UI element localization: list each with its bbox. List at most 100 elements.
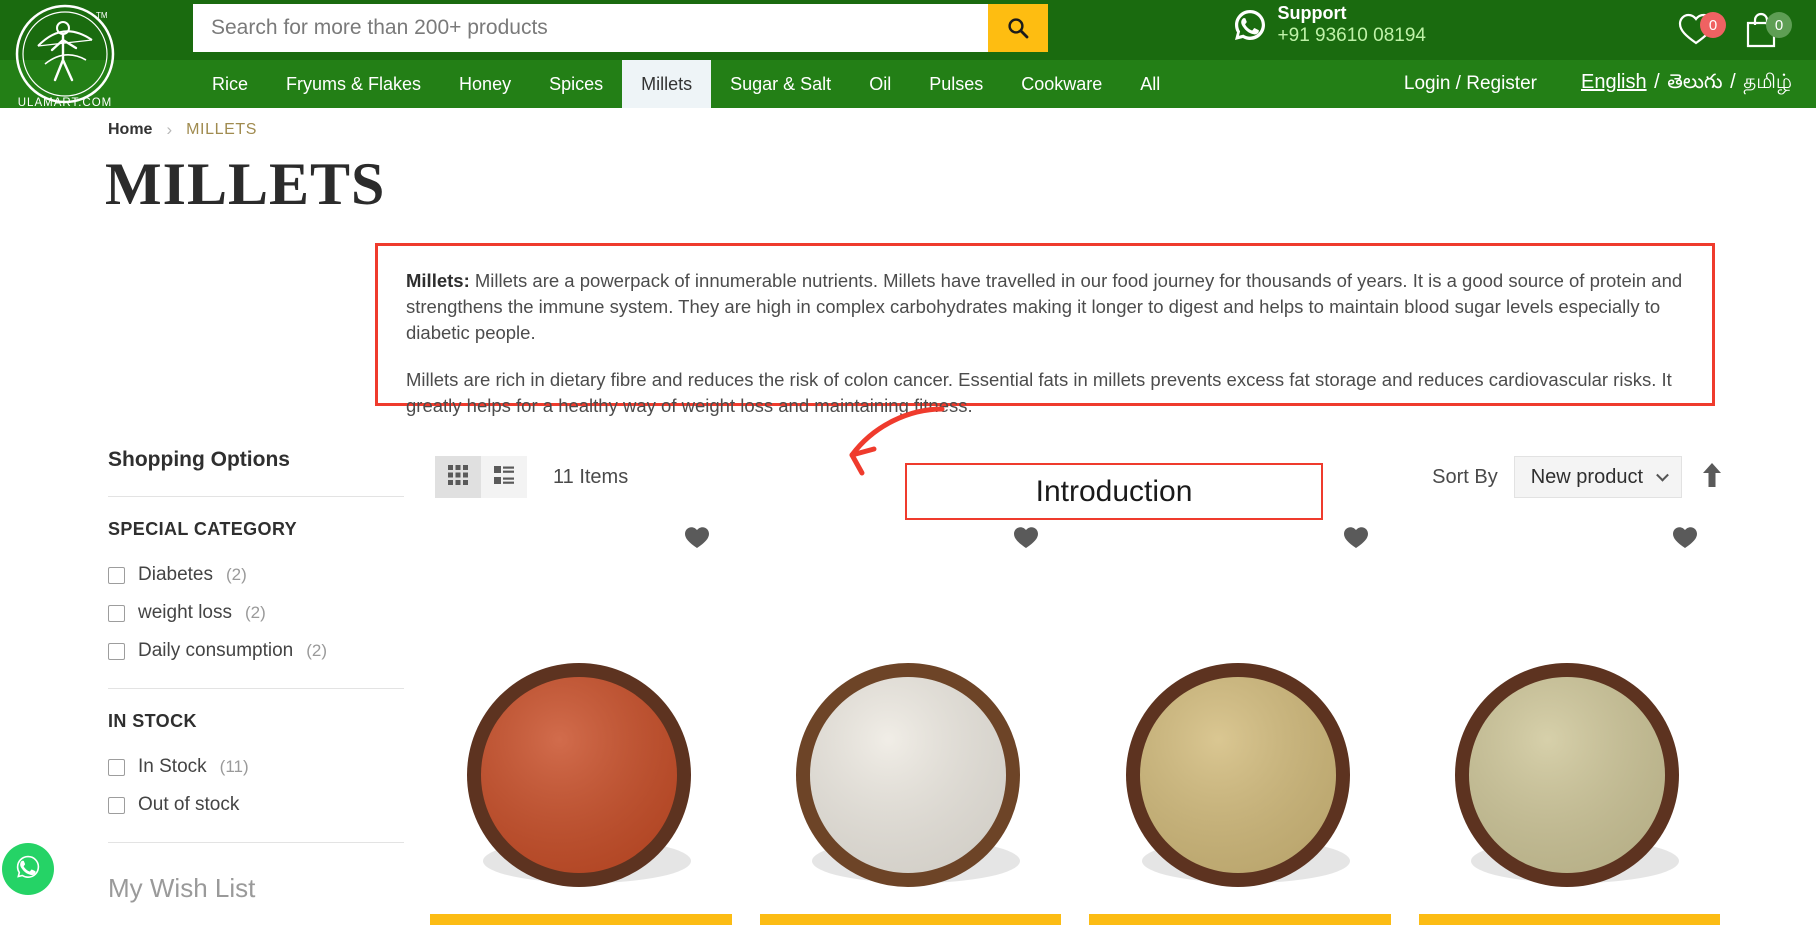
language-english[interactable]: English xyxy=(1581,71,1647,93)
add-to-cart-button[interactable]: ADD TO CART xyxy=(760,914,1062,925)
wishlist-count-badge: 0 xyxy=(1700,12,1726,38)
filter-option-weight-loss[interactable]: weight loss(2) xyxy=(108,594,404,632)
grid-view-button[interactable] xyxy=(435,456,481,498)
add-to-cart-button[interactable]: ADD TO CART xyxy=(1419,914,1721,925)
nav-right-group: Login / Register English / తెలుగు / தமிழ… xyxy=(1404,60,1792,108)
login-register-link[interactable]: Login / Register xyxy=(1404,73,1537,95)
filter-option-label: Diabetes xyxy=(138,564,213,586)
checkbox[interactable] xyxy=(108,605,125,622)
product-card: ADD TO CARTOrganic Pearl Millet | Rye | … xyxy=(1419,518,1721,925)
site-logo[interactable]: ULAMART.COM TM xyxy=(8,2,123,114)
nav-item-rice[interactable]: Rice xyxy=(193,60,267,108)
filter-option-label: Daily consumption xyxy=(138,640,293,662)
intro-paragraph-1: Millets: Millets are a powerpack of innu… xyxy=(406,268,1684,346)
language-telugu[interactable]: తెలుగు xyxy=(1667,71,1722,93)
nav-item-spices[interactable]: Spices xyxy=(530,60,622,108)
breadcrumb-separator-icon: › xyxy=(166,120,172,140)
filter-option-label: Out of stock xyxy=(138,794,239,816)
main-navigation: RiceFryums & FlakesHoneySpicesMilletsSug… xyxy=(0,60,1816,108)
annotation-label-box: Introduction xyxy=(905,463,1323,520)
language-separator-2: / xyxy=(1723,71,1744,93)
filter-option-diabetes[interactable]: Diabetes (2) xyxy=(108,556,404,594)
page-title: MILLETS xyxy=(105,150,385,219)
cart-count-badge: 0 xyxy=(1766,12,1792,38)
list-icon xyxy=(493,464,515,491)
sidebar-section-title: SPECIAL CATEGORY xyxy=(108,519,404,556)
checkbox[interactable] xyxy=(108,643,125,660)
nav-item-fryums-flakes[interactable]: Fryums & Flakes xyxy=(267,60,440,108)
add-to-wishlist-button[interactable] xyxy=(1672,526,1698,555)
product-sorter: Sort By New product xyxy=(1432,456,1726,498)
filter-option-daily-consumption[interactable]: Daily consumption (2) xyxy=(108,632,404,670)
whatsapp-float-button[interactable] xyxy=(2,843,54,895)
heart-icon xyxy=(1013,537,1039,554)
heart-icon xyxy=(1672,537,1698,554)
filter-option-in-stock[interactable]: In Stock(11) xyxy=(108,748,404,786)
sort-by-value: New product xyxy=(1531,466,1643,489)
filter-option-count: (2) xyxy=(306,641,327,661)
logo-wordmark: ULAMART.COM xyxy=(18,97,113,109)
list-view-button[interactable] xyxy=(481,456,527,498)
top-header-bar: ULAMART.COM TM Support +91 93610 08194 xyxy=(0,0,1816,60)
sort-by-label: Sort By xyxy=(1432,466,1498,489)
checkbox[interactable] xyxy=(108,797,125,814)
sidebar-section-in-stock: IN STOCKIn Stock(11)Out of stock xyxy=(108,688,404,842)
product-card: ADD TO CARTLittle Millet - Organic Samai… xyxy=(760,518,1062,925)
items-count: 11 Items xyxy=(553,466,628,489)
heart-icon xyxy=(684,537,710,554)
whatsapp-icon xyxy=(1233,8,1267,42)
view-mode-switcher xyxy=(435,456,527,498)
product-image[interactable] xyxy=(430,570,732,900)
product-card: ADD TO CARTFoxtail Millet - Organic Thin… xyxy=(1089,518,1391,925)
chevron-down-icon xyxy=(1656,469,1669,482)
checkbox[interactable] xyxy=(108,567,125,584)
category-introduction-box: Millets: Millets are a powerpack of innu… xyxy=(375,243,1715,406)
add-to-wishlist-button[interactable] xyxy=(684,526,710,555)
product-image[interactable] xyxy=(1419,570,1721,900)
product-grid: ADD TO CARTFinger Millet - Organic RagiP… xyxy=(430,518,1720,925)
product-list-toolbar: 11 Items xyxy=(435,456,628,498)
filter-option-out-of-stock[interactable]: Out of stock xyxy=(108,786,404,824)
breadcrumb-current: MILLETS xyxy=(186,121,257,139)
checkbox[interactable] xyxy=(108,759,125,776)
add-to-wishlist-button[interactable] xyxy=(1013,526,1039,555)
language-separator-1: / xyxy=(1647,71,1668,93)
nav-item-millets[interactable]: Millets xyxy=(622,60,711,108)
filter-option-count: (2) xyxy=(226,565,247,585)
sidebar-shopping-options: Shopping Options SPECIAL CATEGORYDiabete… xyxy=(108,448,404,925)
search-button[interactable] xyxy=(988,4,1048,52)
search-bar xyxy=(193,4,1048,52)
wishlist-button[interactable]: 0 xyxy=(1678,10,1722,50)
add-to-cart-button[interactable]: ADD TO CART xyxy=(1089,914,1391,925)
sidebar-title: Shopping Options xyxy=(108,448,404,496)
breadcrumb-home[interactable]: Home xyxy=(108,121,152,139)
cart-button[interactable]: 0 xyxy=(1744,10,1788,50)
product-image[interactable] xyxy=(760,570,1062,900)
nav-item-honey[interactable]: Honey xyxy=(440,60,530,108)
intro-paragraph-1-text: Millets are a powerpack of innumerable n… xyxy=(406,270,1682,343)
nav-item-cookware[interactable]: Cookware xyxy=(1002,60,1121,108)
whatsapp-icon xyxy=(11,850,45,889)
nav-item-oil[interactable]: Oil xyxy=(850,60,910,108)
nav-category-list: RiceFryums & FlakesHoneySpicesMilletsSug… xyxy=(193,60,1179,108)
nav-item-pulses[interactable]: Pulses xyxy=(910,60,1002,108)
filter-option-count: (2) xyxy=(245,603,266,623)
breadcrumb: Home › MILLETS xyxy=(108,120,257,140)
language-switcher: English / తెలుగు / தமிழ் xyxy=(1581,71,1792,98)
sort-by-select[interactable]: New product xyxy=(1514,456,1682,498)
support-contact[interactable]: Support +91 93610 08194 xyxy=(1233,3,1426,47)
nav-item-all[interactable]: All xyxy=(1121,60,1179,108)
language-tamil[interactable]: தமிழ் xyxy=(1743,71,1792,93)
add-to-wishlist-button[interactable] xyxy=(1343,526,1369,555)
product-card: ADD TO CARTFinger Millet - Organic RagiP… xyxy=(430,518,732,925)
heart-icon xyxy=(1343,537,1369,554)
product-image[interactable] xyxy=(1089,570,1391,900)
support-label: Support xyxy=(1278,3,1347,23)
support-phone: +91 93610 08194 xyxy=(1278,25,1426,46)
intro-paragraph-2: Millets are rich in dietary fibre and re… xyxy=(406,367,1684,419)
search-input[interactable] xyxy=(193,4,988,52)
sidebar-filter-sections: SPECIAL CATEGORYDiabetes(2)weight loss(2… xyxy=(108,496,404,842)
add-to-cart-button[interactable]: ADD TO CART xyxy=(430,914,732,925)
sort-direction-button[interactable] xyxy=(1698,462,1726,493)
nav-item-sugar-salt[interactable]: Sugar & Salt xyxy=(711,60,850,108)
